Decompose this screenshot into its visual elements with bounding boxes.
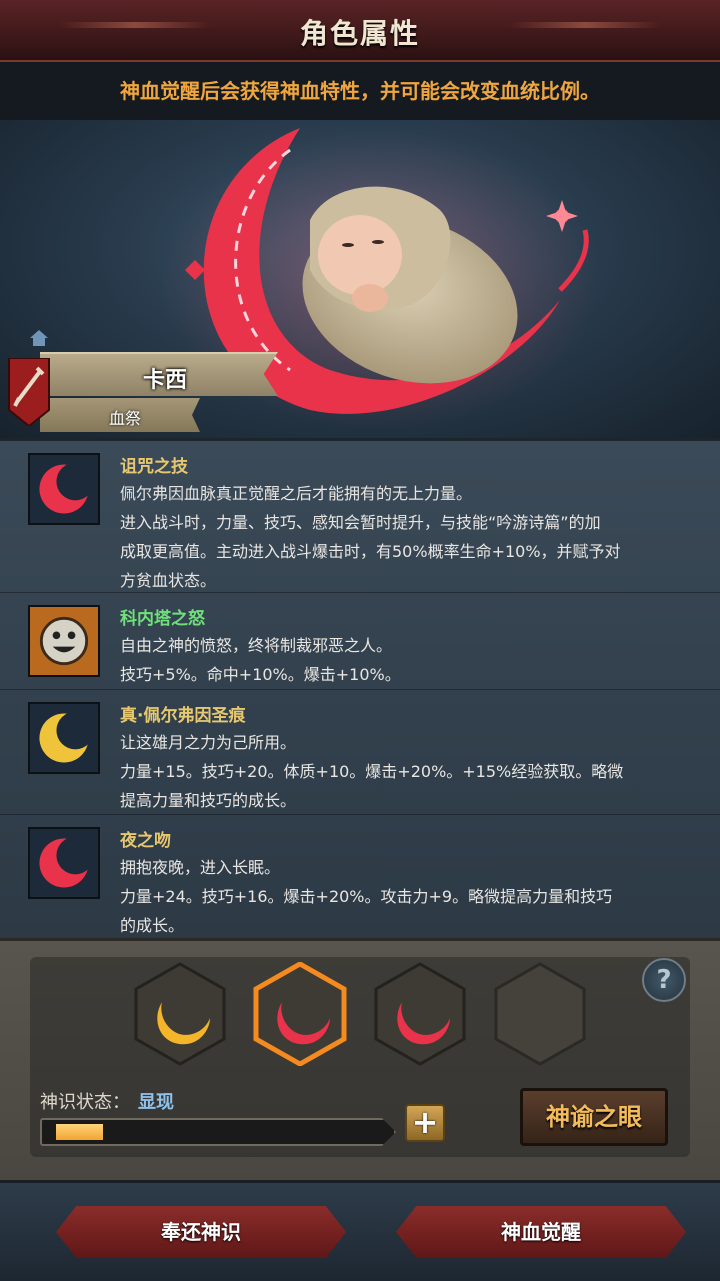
character-name: 卡西 <box>142 368 187 393</box>
trait-item[interactable]: 夜之吻 拥抱夜晚，进入长眠。 力量+24。技巧+16。爆击+20%。攻击力+9。… <box>0 815 720 941</box>
divine-status: 神识状态： 显现 <box>40 1088 174 1114</box>
oracle-eye-button[interactable]: 神谕之眼 <box>520 1088 668 1146</box>
blood-awaken-button[interactable]: 神血觉醒 <box>396 1206 686 1258</box>
slot-gold-crescent[interactable] <box>132 962 228 1066</box>
trait-item[interactable]: 真·佩尔弗因圣痕 让这雄月之力为己所用。 力量+15。技巧+20。体质+10。爆… <box>0 690 720 815</box>
trait-name: 诅咒之技 <box>120 457 188 477</box>
trait-line: 成取更高值。主动进入战斗爆击时，有50%概率生命+10%，并赋予对 <box>120 542 621 561</box>
return-divine-button[interactable]: 奉还神识 <box>56 1206 346 1258</box>
help-button[interactable]: ? <box>642 958 686 1002</box>
divine-progress-bar <box>40 1118 396 1146</box>
trait-line: 的成长。 <box>120 916 185 935</box>
trait-name: 科内塔之怒 <box>120 609 205 629</box>
trait-item[interactable]: 诅咒之技 佩尔弗因血脉真正觉醒之后才能拥有的无上力量。 进入战斗时，力量、技巧、… <box>0 441 720 593</box>
page-title: 角色属性 <box>299 17 420 50</box>
divine-progress-fill <box>56 1124 103 1140</box>
character-subtitle-banner: 血祭 <box>40 398 200 432</box>
gold-crescent-icon <box>28 702 100 774</box>
trait-name: 夜之吻 <box>120 831 171 851</box>
trait-line: 佩尔弗因血脉真正觉醒之后才能拥有的无上力量。 <box>120 484 473 503</box>
trait-line: 自由之神的愤怒，终将制裁邪恶之人。 <box>120 636 393 655</box>
trait-description: 佩尔弗因血脉真正觉醒之后才能拥有的无上力量。 进入战斗时，力量、技巧、感知会暂时… <box>120 479 700 595</box>
character-name-banner: 卡西 <box>40 352 278 396</box>
trait-item[interactable]: 科内塔之怒 自由之神的愤怒，终将制裁邪恶之人。 技巧+5%。命中+10%。爆击+… <box>0 593 720 690</box>
trait-line: 力量+15。技巧+20。体质+10。爆击+20%。+15%经验获取。略微 <box>120 762 624 781</box>
slot-empty[interactable] <box>492 962 588 1066</box>
slot-red-crescent[interactable] <box>372 962 468 1066</box>
sun-face-icon <box>28 605 100 677</box>
header-bar: 角色属性 <box>0 0 720 62</box>
trait-line: 方贫血状态。 <box>120 571 217 590</box>
divine-status-label: 神识状态： <box>40 1092 130 1113</box>
awakening-notice: 神血觉醒后会获得神血特性，并可能会改变血统比例。 <box>0 62 720 120</box>
red-crescent-icon <box>28 453 100 525</box>
red-crescent-icon <box>28 827 100 899</box>
trait-line: 提高力量和技巧的成长。 <box>120 791 297 810</box>
trait-line: 技巧+5%。命中+10%。爆击+10%。 <box>120 665 401 684</box>
trait-description: 让这雄月之力为己所用。 力量+15。技巧+20。体质+10。爆击+20%。+15… <box>120 728 700 815</box>
trait-description: 自由之神的愤怒，终将制裁邪恶之人。 技巧+5%。命中+10%。爆击+10%。 <box>120 631 700 689</box>
trait-line: 拥抱夜晚，进入长眠。 <box>120 858 281 877</box>
sword-shield-icon <box>8 358 50 426</box>
character-subtitle: 血祭 <box>108 409 141 428</box>
add-divine-button[interactable]: + <box>405 1104 445 1142</box>
trait-list: 诅咒之技 佩尔弗因血脉真正觉醒之后才能拥有的无上力量。 进入战斗时，力量、技巧、… <box>0 438 720 938</box>
trait-line: 力量+24。技巧+16。爆击+20%。攻击力+9。略微提高力量和技巧 <box>120 887 613 906</box>
slot-red-crescent-selected[interactable] <box>252 962 348 1066</box>
trait-line: 让这雄月之力为己所用。 <box>120 733 297 752</box>
trait-description: 拥抱夜晚，进入长眠。 力量+24。技巧+16。爆击+20%。攻击力+9。略微提高… <box>120 853 700 940</box>
trait-name: 真·佩尔弗因圣痕 <box>120 706 246 726</box>
home-icon <box>30 330 48 346</box>
divine-status-value: 显现 <box>138 1092 174 1113</box>
trait-line: 进入战斗时，力量、技巧、感知会暂时提升，与技能“吟游诗篇”的加 <box>120 513 601 532</box>
